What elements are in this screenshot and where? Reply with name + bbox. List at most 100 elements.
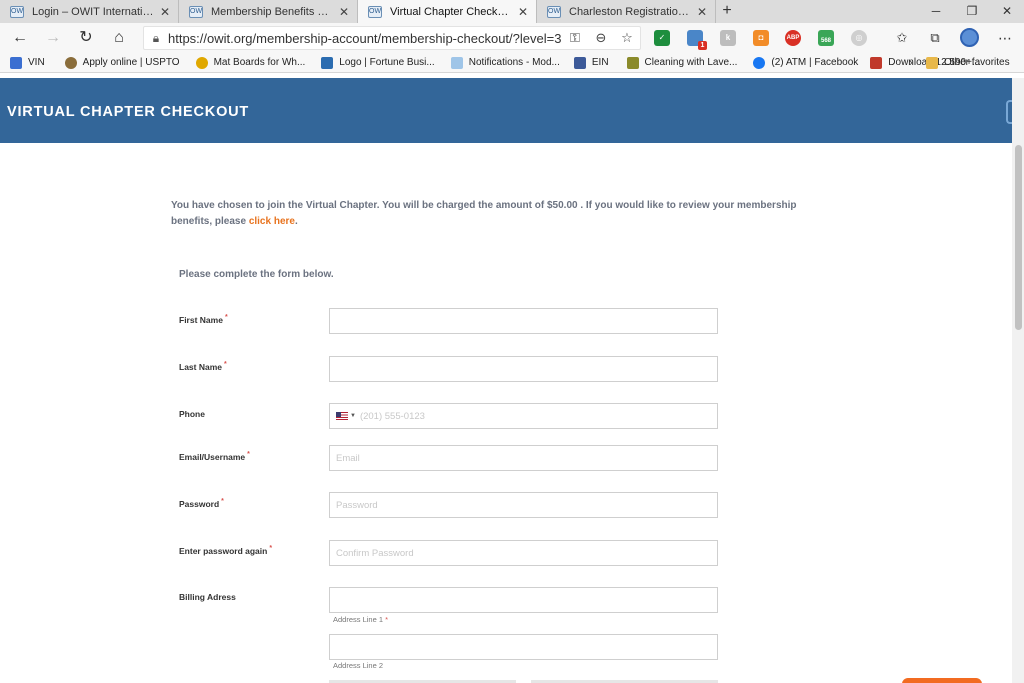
- label-text: Password: [179, 498, 220, 509]
- phone-input[interactable]: [359, 405, 717, 427]
- bookmark-label: Logo | Fortune Busi...: [339, 57, 435, 68]
- restore-window-icon[interactable]: ❐: [955, 0, 989, 23]
- close-tab-icon[interactable]: ✕: [695, 5, 709, 19]
- address-bar[interactable]: 🔒︎ https://owit.org/membership-account/m…: [143, 26, 641, 50]
- sublabel-text: Address Line 1: [333, 615, 384, 624]
- bookmark-facebook[interactable]: (2) ATM | Facebook: [753, 56, 859, 69]
- last-name-label: Last Name *: [179, 361, 227, 372]
- browser-tab-virtual-chapter-checkout[interactable]: OW Virtual Chapter Checkout – OWIT ✕: [358, 0, 537, 23]
- bookmark-label: Cleaning with Lave...: [644, 57, 738, 68]
- bookmark-cleaning[interactable]: Cleaning with Lave...: [626, 56, 738, 69]
- bookmark-ein[interactable]: EIN: [573, 56, 609, 69]
- bookmark-notifications[interactable]: Notifications - Mod...: [450, 56, 560, 69]
- close-window-icon[interactable]: ✕: [990, 0, 1024, 23]
- bookmarks-bar: VIN Apply online | USPTO Mat Boards for …: [0, 53, 1024, 73]
- us-flag-icon[interactable]: [336, 412, 348, 420]
- bookmarks-overflow-chevron-icon[interactable]: ›: [909, 57, 913, 69]
- home-icon[interactable]: ⌂: [103, 23, 135, 53]
- bookmark-icon: [870, 56, 883, 69]
- tab-title: Virtual Chapter Checkout – OWIT: [390, 5, 512, 18]
- label-text: Enter password again: [179, 545, 268, 556]
- phone-field[interactable]: ▼: [329, 403, 718, 429]
- close-tab-icon[interactable]: ✕: [516, 5, 530, 19]
- required-mark: *: [224, 314, 228, 321]
- bookmark-mat-boards[interactable]: Mat Boards for Wh...: [195, 56, 306, 69]
- grey-extension-icon[interactable]: k: [720, 30, 736, 46]
- forward-arrow-icon[interactable]: →: [37, 23, 69, 53]
- floating-orange-button[interactable]: [902, 678, 982, 683]
- refresh-icon[interactable]: ↻: [70, 23, 102, 53]
- url-text[interactable]: https://owit.org/membership-account/memb…: [168, 31, 562, 46]
- required-mark: *: [221, 498, 224, 505]
- required-mark: *: [247, 451, 250, 458]
- bookmark-label: (2) ATM | Facebook: [771, 57, 859, 68]
- owit-favicon-icon: OW: [368, 5, 382, 18]
- bookmark-logo-fortune[interactable]: Logo | Fortune Busi...: [321, 56, 435, 69]
- extension-count-badge: 1: [698, 41, 707, 50]
- profile-avatar[interactable]: [960, 28, 979, 47]
- tab-title: Membership Benefits of OWIT –: [211, 5, 333, 18]
- new-tab-button[interactable]: +: [716, 0, 738, 23]
- bookmark-label: VIN: [28, 57, 45, 68]
- confirm-password-input[interactable]: [329, 540, 718, 566]
- label-text: First Name: [179, 314, 223, 325]
- collections-icon[interactable]: ⧉: [919, 23, 951, 53]
- address-line-1-input[interactable]: [329, 587, 718, 613]
- owit-favicon-icon: OW: [189, 5, 203, 18]
- checkmark-extension-icon[interactable]: ✓: [654, 30, 670, 46]
- page-title: VIRTUAL CHAPTER CHECKOUT: [7, 104, 250, 120]
- address-line-2-input[interactable]: [329, 634, 718, 660]
- scrollbar-thumb[interactable]: [1015, 145, 1022, 330]
- lock-icon[interactable]: 🔒︎: [144, 31, 168, 46]
- bookmark-icon: [10, 56, 22, 69]
- password-label: Password *: [179, 498, 224, 509]
- close-tab-icon[interactable]: ✕: [337, 5, 351, 19]
- adblock-plus-icon[interactable]: ABP: [785, 30, 801, 46]
- minimize-window-icon[interactable]: ─: [919, 0, 953, 23]
- intro-paragraph: You have chosen to join the Virtual Chap…: [171, 198, 831, 230]
- bookmark-label: Other favorites: [944, 57, 1010, 68]
- first-name-label: First Name *: [179, 314, 228, 325]
- close-tab-icon[interactable]: ✕: [158, 5, 172, 19]
- browser-tab-login[interactable]: OW Login – OWIT International ✕: [0, 0, 179, 23]
- browser-toolbar: ← → ↻ ⌂ 🔒︎ https://owit.org/membership-a…: [0, 23, 1024, 53]
- circle-extension-icon[interactable]: ◎: [851, 30, 867, 46]
- shopping-bag-extension-icon[interactable]: ◘: [753, 30, 769, 46]
- bookmark-uspto[interactable]: Apply online | USPTO: [64, 56, 180, 69]
- browser-tab-membership-benefits[interactable]: OW Membership Benefits of OWIT – ✕: [179, 0, 358, 23]
- page-scrollbar[interactable]: [1012, 78, 1024, 683]
- required-mark: *: [224, 361, 227, 368]
- key-icon[interactable]: ⚿: [562, 30, 588, 46]
- bookmark-label: Mat Boards for Wh...: [213, 57, 306, 68]
- favorite-star-icon[interactable]: ☆: [614, 30, 640, 46]
- label-text: Email/Username: [179, 451, 246, 462]
- bookmark-label: EIN: [591, 57, 609, 68]
- tab-strip: OW Login – OWIT International ✕ OW Membe…: [0, 0, 1024, 23]
- facebook-icon: [753, 56, 766, 69]
- phone-label: Phone: [179, 409, 205, 419]
- email-input[interactable]: [329, 445, 718, 471]
- other-favorites-folder[interactable]: Other favorites: [926, 56, 1010, 69]
- browser-tab-charleston-registration[interactable]: OW Charleston Registration – OWIT ✕: [537, 0, 716, 23]
- favorites-bar-icon[interactable]: ✩: [886, 23, 918, 53]
- country-dropdown-caret-icon[interactable]: ▼: [350, 413, 356, 419]
- bookmark-label: Notifications - Mod...: [468, 57, 560, 68]
- bookmark-icon: [626, 56, 639, 69]
- last-name-input[interactable]: [329, 356, 718, 382]
- bookmark-vin[interactable]: VIN: [10, 56, 45, 69]
- clipboard-extension-icon[interactable]: 568: [818, 30, 834, 46]
- more-menu-icon[interactable]: ⋯: [989, 23, 1021, 53]
- back-arrow-icon[interactable]: ←: [4, 23, 36, 53]
- page-banner: VIRTUAL CHAPTER CHECKOUT: [0, 78, 1012, 143]
- bookmark-label: Apply online | USPTO: [82, 57, 180, 68]
- zoom-icon[interactable]: ⊖: [588, 30, 614, 46]
- password-input[interactable]: [329, 492, 718, 518]
- form-instruction: Please complete the form below.: [179, 269, 334, 280]
- click-here-link[interactable]: click here: [249, 216, 295, 227]
- first-name-input[interactable]: [329, 308, 718, 334]
- bookmark-icon: [450, 56, 463, 69]
- bookmark-icon: [64, 56, 77, 69]
- billing-address-label: Billing Adress: [179, 592, 236, 602]
- email-label: Email/Username *: [179, 451, 250, 462]
- translate-extension-icon[interactable]: 1: [687, 30, 707, 50]
